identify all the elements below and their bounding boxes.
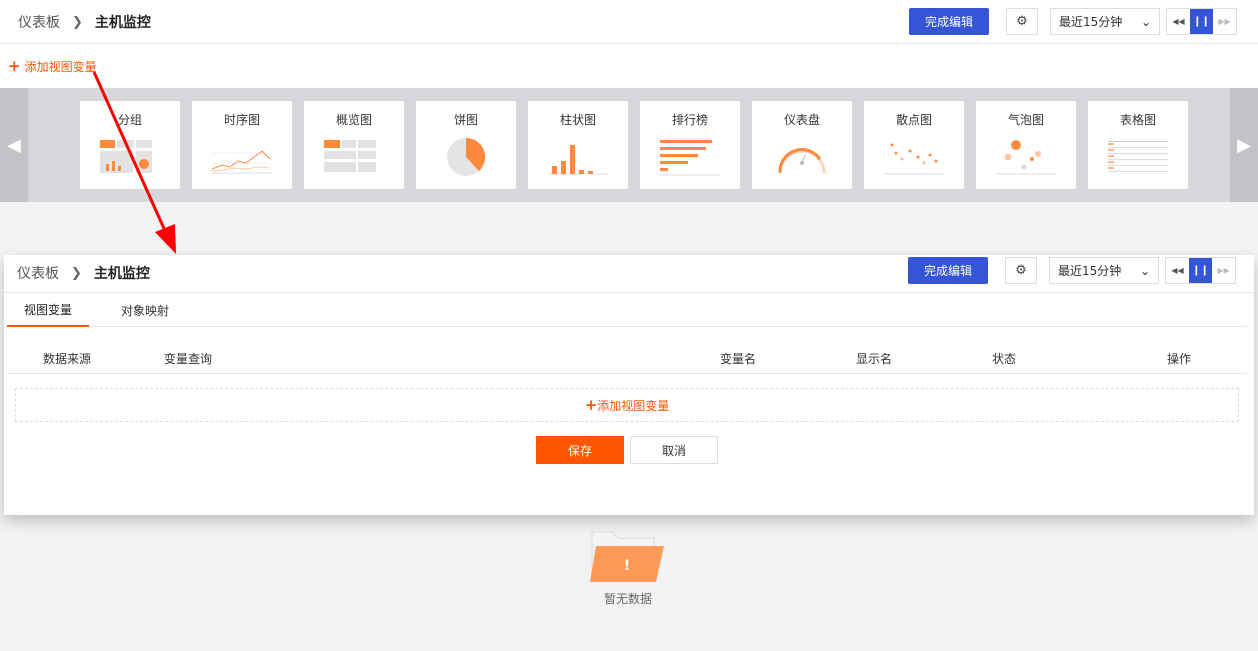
annotation-arrow <box>92 71 176 254</box>
annotation-arrow-head <box>155 224 176 254</box>
annotation-arrow-line <box>92 71 168 234</box>
